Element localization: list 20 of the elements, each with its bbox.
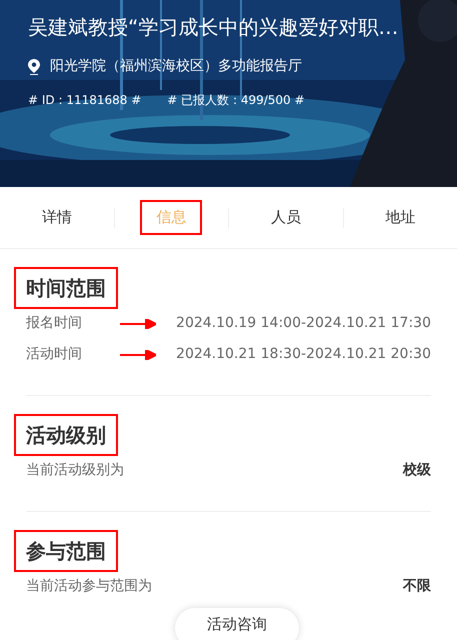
section-title: 时间范围 (14, 267, 118, 309)
row-label: 活动时间 (26, 345, 82, 364)
row-value: 2024.10.21 18:30-2024.10.21 20:30 (176, 345, 431, 364)
location-text: 阳光学院（福州滨海校区）多功能报告厅 (50, 57, 302, 76)
row-value: 2024.10.19 14:00-2024.10.21 17:30 (176, 314, 431, 333)
tab[interactable]: 详情 (26, 200, 88, 235)
row-value: 校级 (403, 461, 431, 480)
tab[interactable]: 人员 (254, 200, 317, 235)
location-pin-icon (28, 58, 40, 74)
count-tag: # 已报人数 : 499/500 # (167, 91, 305, 109)
section-title: 活动级别 (14, 414, 118, 456)
row-label: 报名时间 (26, 314, 82, 333)
consult-button[interactable]: 活动咨询 (175, 608, 299, 640)
row-value: 不限 (403, 577, 431, 596)
id-tag: # ID : 11181688 # (28, 91, 142, 109)
event-title: 吴建斌教授“学习成长中的兴趣爱好对职… (28, 14, 400, 41)
row-label: 当前活动参与范围为 (26, 577, 152, 596)
row-label: 当前活动级别为 (26, 461, 124, 480)
tab[interactable]: 地址 (369, 200, 432, 235)
section-title: 参与范围 (14, 530, 118, 572)
